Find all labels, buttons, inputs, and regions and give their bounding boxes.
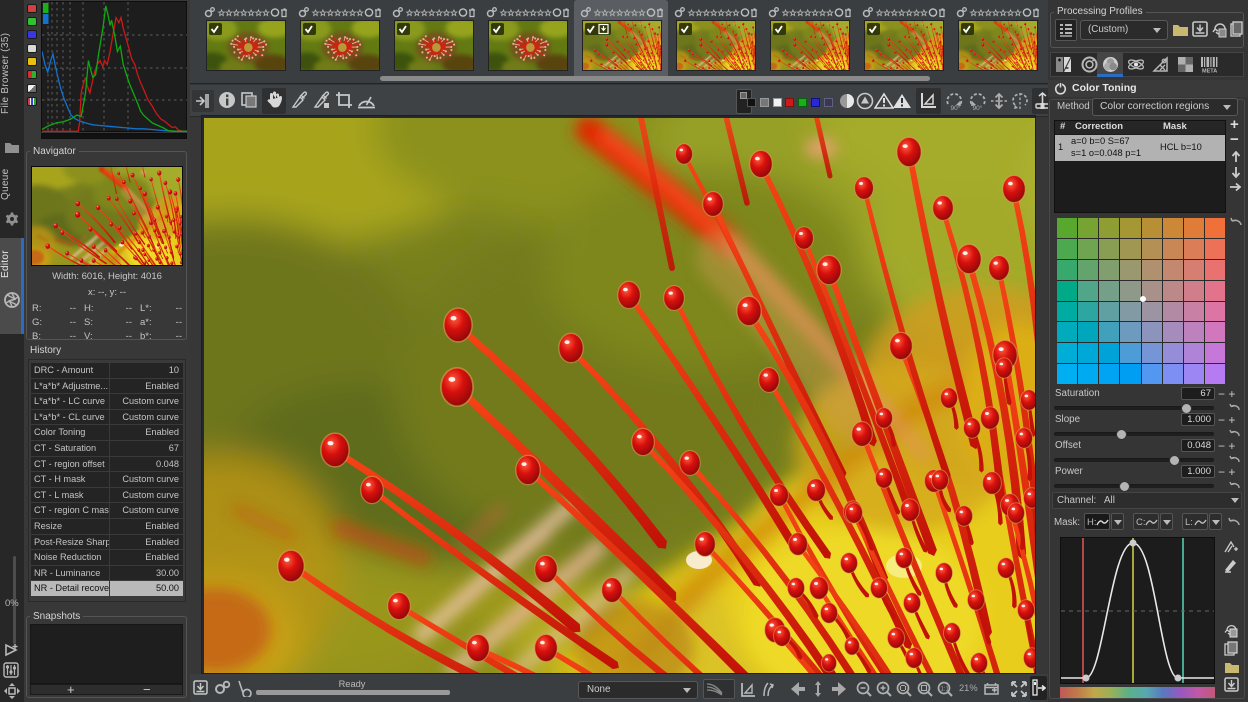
svg-text:90°: 90°: [973, 104, 983, 111]
svg-text:90°: 90°: [951, 104, 961, 111]
svg-text:1:1: 1:1: [941, 687, 950, 693]
svg-text:META: META: [1202, 69, 1217, 74]
